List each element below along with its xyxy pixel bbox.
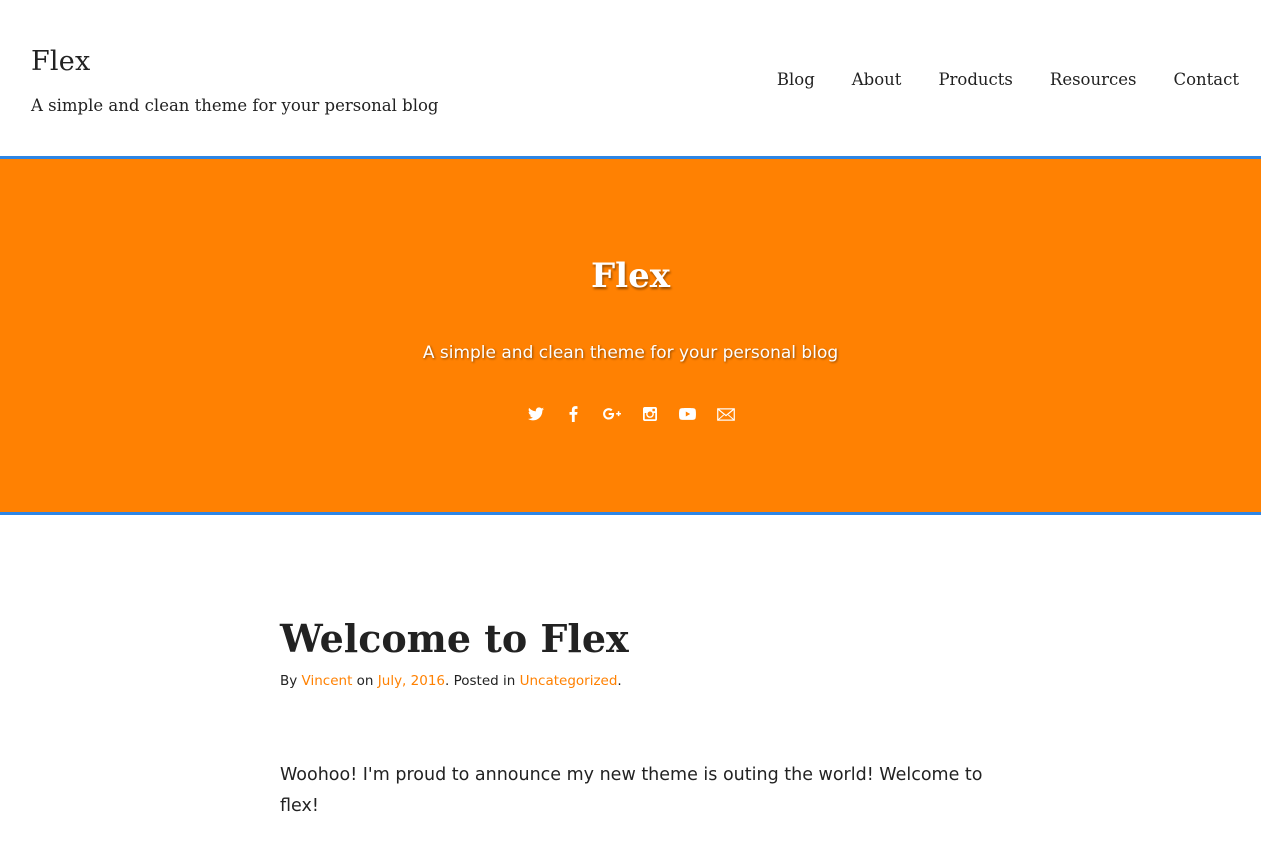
social-links <box>0 405 1261 423</box>
youtube-icon[interactable] <box>679 405 697 423</box>
post-title[interactable]: Welcome to Flex <box>280 616 629 661</box>
post-date-link[interactable]: July, 2016 <box>378 673 445 689</box>
instagram-icon[interactable] <box>641 405 659 423</box>
hero-tagline: A simple and clean theme for your person… <box>422 343 839 363</box>
hero-banner: Flex A simple and clean theme for your p… <box>0 159 1261 512</box>
email-icon[interactable] <box>716 405 735 423</box>
facebook-icon[interactable] <box>565 405 583 423</box>
post-category-link[interactable]: Uncategorized <box>520 673 618 689</box>
post-body: Woohoo! I'm proud to announce my new the… <box>280 765 983 816</box>
main-nav: Blog About Products Resources Contact <box>777 70 1239 89</box>
meta-posted-in-label: . Posted in <box>445 673 520 689</box>
nav-item-about[interactable]: About <box>852 70 902 89</box>
post-author-link[interactable]: Vincent <box>302 673 353 689</box>
nav-item-blog[interactable]: Blog <box>777 70 815 89</box>
hero-bottom-border <box>0 512 1261 515</box>
meta-by-label: By <box>280 673 302 689</box>
nav-item-products[interactable]: Products <box>938 70 1012 89</box>
post-meta: By Vincent on July, 2016. Posted in Unca… <box>280 673 622 689</box>
google-plus-icon[interactable] <box>602 405 621 423</box>
site-title[interactable]: Flex <box>31 46 90 77</box>
site-header: Flex A simple and clean theme for your p… <box>0 0 1261 156</box>
meta-on-label: on <box>352 673 378 689</box>
nav-item-resources[interactable]: Resources <box>1050 70 1137 89</box>
hero-title: Flex <box>591 256 670 296</box>
twitter-icon[interactable] <box>527 405 545 423</box>
meta-end-punct: . <box>617 673 622 689</box>
site-tagline: A simple and clean theme for your person… <box>31 96 439 115</box>
nav-item-contact[interactable]: Contact <box>1173 70 1239 89</box>
